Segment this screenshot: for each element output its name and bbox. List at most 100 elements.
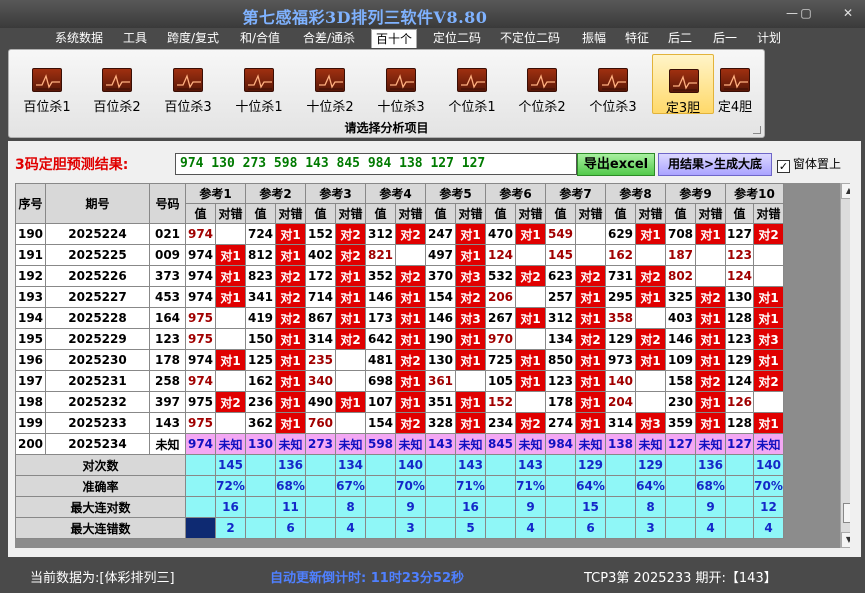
header-ref[interactable]: 参考3 [305, 183, 366, 204]
cell-value: 359 [665, 412, 696, 434]
cell-value: 973 [605, 349, 636, 371]
table-row[interactable]: 197 2025231 258 974 162 对1 340 698 对1 361 105 对1 123… [15, 370, 784, 392]
export-excel-button[interactable]: 导出excel [577, 153, 655, 176]
header-value[interactable]: 值 [425, 203, 456, 224]
header-ref[interactable]: 参考5 [425, 183, 486, 204]
stats-empty-cell [485, 475, 516, 497]
header-mark[interactable]: 对错 [335, 203, 366, 224]
table-row[interactable]: 198 2025232 397 975 对2 236 对1 490 对1 107 对1 351 对1 15… [15, 391, 784, 413]
header-value[interactable]: 值 [545, 203, 576, 224]
header-value[interactable]: 值 [245, 203, 276, 224]
header-value[interactable]: 值 [305, 203, 336, 224]
cell-result-mark: 对1 [515, 349, 546, 371]
ribbon-expand-icon[interactable] [753, 126, 761, 134]
menu-item-2[interactable]: 跨度/复式 [167, 29, 219, 48]
scroll-down-icon[interactable]: ▼ [841, 532, 850, 548]
header-value[interactable]: 值 [725, 203, 754, 224]
cell-result-mark: 对1 [753, 349, 784, 371]
header-ref[interactable]: 参考9 [665, 183, 726, 204]
table-row[interactable]: 195 2025229 123 975 150 对1 314 对2 642 对1 190 对1 970 1… [15, 328, 784, 350]
header-ref[interactable]: 参考6 [485, 183, 546, 204]
header-period[interactable]: 期号 [45, 183, 150, 224]
cell-result-mark [335, 349, 366, 371]
header-mark[interactable]: 对错 [515, 203, 546, 224]
header-mark[interactable]: 对错 [635, 203, 666, 224]
menu-item-7[interactable]: 不定位二码 [500, 29, 560, 48]
table-row[interactable]: 196 2025230 178 974 对1 125 对1 235 481 对2 130 对1 725 对… [15, 349, 784, 371]
header-ref[interactable]: 参考10 [725, 183, 784, 204]
ribbon-button-5[interactable]: 十位杀3 [370, 54, 432, 115]
menu-item-3[interactable]: 和/合值 [240, 29, 280, 48]
cell-result-mark: 对1 [395, 391, 426, 413]
scroll-thumb[interactable] [843, 503, 850, 523]
cell-value: 361 [425, 370, 456, 392]
cell-result-mark: 对1 [575, 370, 606, 392]
header-seq[interactable]: 序号 [15, 183, 46, 224]
menu-item-0[interactable]: 系统数据 [55, 29, 103, 48]
header-value[interactable]: 值 [185, 203, 216, 224]
header-ref[interactable]: 参考8 [605, 183, 666, 204]
header-value[interactable]: 值 [605, 203, 636, 224]
menu-item-8[interactable]: 振幅 [582, 29, 606, 48]
ribbon-button-6[interactable]: 个位杀1 [441, 54, 503, 115]
header-value[interactable]: 值 [485, 203, 516, 224]
header-ref[interactable]: 参考4 [365, 183, 426, 204]
close-button[interactable]: ✕ [837, 4, 859, 22]
header-mark[interactable]: 对错 [215, 203, 246, 224]
menu-item-4[interactable]: 合差/通杀 [303, 29, 355, 48]
vertical-scrollbar[interactable]: ▲ ▼ [840, 183, 850, 548]
table-row[interactable]: 199 2025233 143 975 362 对1 760 154 对2 328 对1 234 对2 2… [15, 412, 784, 434]
table-row[interactable]: 193 2025227 453 974 对1 341 对2 714 对1 146 对1 154 对2 20… [15, 286, 784, 308]
header-mark[interactable]: 对错 [275, 203, 306, 224]
menu-item-11[interactable]: 后一 [713, 29, 737, 48]
cell-value: 124 [485, 244, 516, 266]
header-mark[interactable]: 对错 [575, 203, 606, 224]
header-mark[interactable]: 对错 [455, 203, 486, 224]
stats-value: 6 [575, 517, 606, 539]
ribbon-button-8[interactable]: 个位杀3 [582, 54, 644, 115]
header-code[interactable]: 号码 [149, 183, 186, 224]
menu-item-6[interactable]: 定位二码 [433, 29, 481, 48]
cell-value: 162 [245, 370, 276, 392]
header-ref[interactable]: 参考1 [185, 183, 246, 204]
ribbon-button-2[interactable]: 百位杀3 [157, 54, 219, 115]
prediction-result-field[interactable]: 974 130 273 598 143 845 984 138 127 127 [175, 153, 577, 175]
scroll-up-icon[interactable]: ▲ [841, 183, 850, 199]
menu-item-12[interactable]: 计划 [757, 29, 781, 48]
header-value[interactable]: 值 [665, 203, 696, 224]
maximize-button[interactable]: ▢ [795, 4, 817, 22]
ribbon-button-9[interactable]: 定3胆 [652, 54, 714, 116]
table-row[interactable]: 191 2025225 009 974 对1 812 对1 402 对2 821 497 对1 124 1… [15, 244, 784, 266]
table-row[interactable]: 192 2025226 373 974 对1 823 对2 172 对1 352 对2 370 对3 53… [15, 265, 784, 287]
ribbon-button-1[interactable]: 百位杀2 [86, 54, 148, 115]
header-value[interactable]: 值 [365, 203, 396, 224]
stats-value: 71% [455, 475, 486, 497]
ribbon-button-7[interactable]: 个位杀2 [511, 54, 573, 115]
cell-value: 130 [245, 433, 276, 455]
header-mark[interactable]: 对错 [695, 203, 726, 224]
ribbon-button-label: 定4胆 [717, 100, 753, 115]
header-mark[interactable]: 对错 [753, 203, 784, 224]
cell-value: 146 [425, 307, 456, 329]
table-row[interactable]: 190 2025224 021 974 724 对1 152 对2 312 对2 247 对1 470 对… [15, 223, 784, 245]
table-row[interactable]: 200 2025234 未知 974 未知 130 未知 273 未知 598 未知 143 未知 845… [15, 433, 784, 455]
header-ref[interactable]: 参考7 [545, 183, 606, 204]
menu-item-5[interactable]: 百十个 [371, 29, 418, 48]
ribbon-button-10[interactable]: 定4胆 [707, 54, 763, 115]
ribbon-button-4[interactable]: 十位杀2 [299, 54, 361, 115]
header-mark[interactable]: 对错 [395, 203, 426, 224]
generate-base-button[interactable]: 用结果>生成大底 [658, 153, 772, 176]
menu-item-9[interactable]: 特征 [625, 29, 649, 48]
header-ref[interactable]: 参考2 [245, 183, 306, 204]
ribbon-button-0[interactable]: 百位杀1 [16, 54, 78, 115]
table-row[interactable]: 194 2025228 164 975 419 对2 867 对1 173 对1 146 对3 267 对… [15, 307, 784, 329]
cell-value: 190 [425, 328, 456, 350]
menu-item-10[interactable]: 后二 [668, 29, 692, 48]
cell-value: 123 [725, 328, 754, 350]
ribbon-button-3[interactable]: 十位杀1 [228, 54, 290, 115]
stats-empty-cell [305, 475, 336, 497]
checkbox-check-icon[interactable]: ✓ [777, 160, 790, 173]
cell-result-mark: 未知 [515, 433, 546, 455]
menu-item-1[interactable]: 工具 [123, 29, 147, 48]
pin-window-checkbox[interactable]: ✓ 窗体置上 [777, 155, 841, 173]
